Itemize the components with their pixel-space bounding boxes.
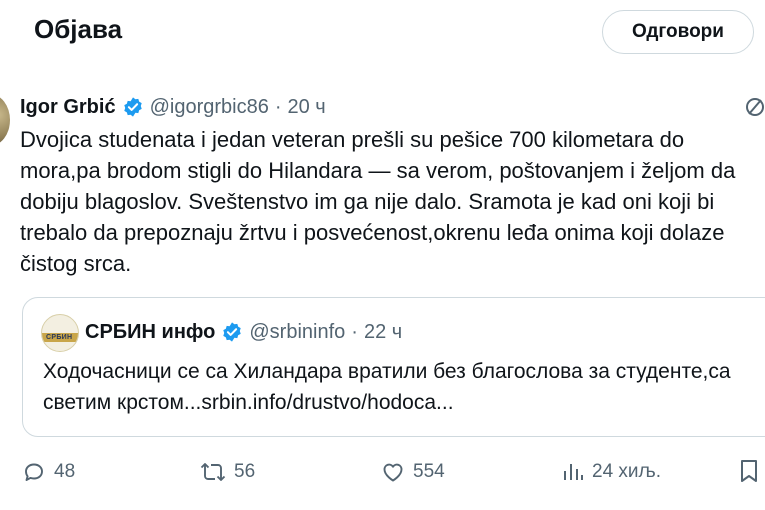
avatar-logo-text: СРБИН: [46, 334, 73, 341]
author-avatar[interactable]: [0, 94, 10, 146]
reply-icon: [22, 460, 46, 484]
meta-separator: ·: [274, 95, 282, 118]
repost-count: 56: [234, 461, 256, 482]
header: Објава Одговори: [0, 0, 765, 72]
quote-author-line: СРБИН инфо @srbininfo · 22 ч: [85, 318, 402, 346]
quoted-post[interactable]: СРБИН СРБИН инфо @srbininfo · 22 ч Ходоч…: [22, 297, 765, 437]
page-title: Објава: [34, 14, 123, 44]
views-action[interactable]: 24 хиљ.: [562, 452, 661, 492]
repost-icon: [200, 460, 226, 484]
views-count: 24 хиљ.: [592, 461, 662, 482]
quote-author-handle: @srbininfo: [249, 320, 346, 343]
views-icon: [562, 460, 584, 484]
quote-author-name: СРБИН инфо: [85, 320, 216, 343]
quote-text: Ходочасници се са Хиландара вратили без …: [43, 360, 731, 414]
more-icon[interactable]: [744, 94, 765, 120]
tweet-author-line: Igor Grbić @igorgrbic86 · 20 ч: [20, 94, 326, 120]
meta-separator: ·: [351, 320, 358, 343]
author-name[interactable]: Igor Grbić: [20, 96, 116, 119]
like-action[interactable]: 554: [381, 452, 445, 492]
like-count: 554: [413, 461, 445, 482]
verified-badge-icon: [221, 321, 243, 343]
quote-time: 22 ч: [363, 320, 403, 343]
repost-action[interactable]: 56: [200, 452, 255, 492]
tweet-text: Dvojica studenata i jedan veteran prešli…: [20, 127, 736, 276]
quote-author-avatar: СРБИН: [41, 314, 79, 352]
author-handle[interactable]: @igorgrbic86: [150, 96, 269, 119]
like-icon: [381, 460, 405, 484]
reply-count: 48: [54, 461, 76, 482]
reply-action[interactable]: 48: [22, 452, 75, 492]
verified-badge-icon: [122, 96, 144, 118]
tweet-time[interactable]: 20 ч: [288, 96, 326, 119]
reply-button[interactable]: Одговори: [602, 10, 754, 54]
action-bar: 48 56 554 24 хиљ.: [0, 452, 765, 492]
bookmark-icon[interactable]: [738, 458, 760, 489]
